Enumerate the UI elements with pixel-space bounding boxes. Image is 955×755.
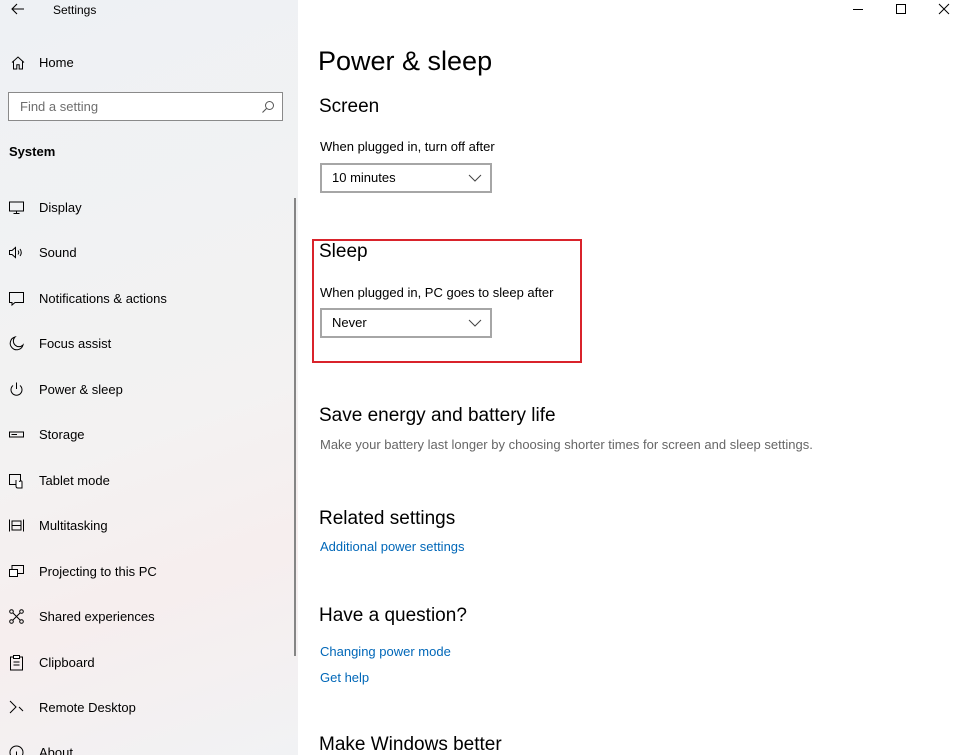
close-icon: [938, 3, 950, 15]
page-title: Power & sleep: [318, 46, 493, 76]
sidebar-item-label: Projecting to this PC: [39, 564, 157, 579]
sidebar-item-display[interactable]: Display: [0, 187, 294, 227]
sidebar-item-label: Tablet mode: [39, 473, 110, 488]
storage-icon: [9, 431, 24, 438]
sidebar-item-power-sleep[interactable]: Power & sleep: [0, 369, 294, 409]
search-box[interactable]: [8, 92, 283, 121]
screen-timeout-value: 10 minutes: [332, 170, 396, 185]
sidebar-item-label: Remote Desktop: [39, 700, 136, 715]
back-arrow-icon: [11, 3, 24, 15]
related-settings-heading: Related settings: [319, 508, 456, 529]
tablet-mode-icon: [9, 474, 23, 489]
sidebar-item-label: Notifications & actions: [39, 291, 167, 306]
multitasking-icon: [9, 519, 24, 532]
minimize-button[interactable]: [840, 0, 876, 18]
sidebar-item-tablet-mode[interactable]: Tablet mode: [0, 460, 294, 500]
sidebar-item-clipboard[interactable]: Clipboard: [0, 642, 294, 682]
sidebar-item-focus-assist[interactable]: Focus assist: [0, 323, 294, 363]
notification-icon: [9, 292, 24, 307]
home-label: Home: [39, 55, 74, 70]
sleep-timeout-value: Never: [332, 315, 367, 330]
additional-power-settings-link[interactable]: Additional power settings: [320, 539, 465, 554]
sidebar-item-home[interactable]: Home: [0, 50, 298, 76]
sidebar-item-label: Display: [39, 200, 82, 215]
sidebar-item-label: Storage: [39, 427, 85, 442]
minimize-icon: [853, 9, 863, 10]
search-icon[interactable]: [261, 100, 275, 114]
sidebar-item-label: About: [39, 745, 73, 755]
maximize-icon: [896, 4, 906, 14]
maximize-button[interactable]: [883, 0, 919, 18]
moon-icon: [9, 336, 24, 351]
sidebar-item-label: Clipboard: [39, 655, 95, 670]
remote-desktop-icon: [9, 700, 24, 714]
app-title: Settings: [53, 3, 97, 17]
make-windows-better-heading: Make Windows better: [319, 734, 502, 755]
speaker-icon: [9, 246, 22, 259]
sidebar-item-label: Focus assist: [39, 336, 112, 351]
sidebar-item-storage[interactable]: Storage: [0, 414, 294, 454]
changing-power-mode-link[interactable]: Changing power mode: [320, 644, 451, 659]
save-energy-description: Make your battery last longer by choosin…: [320, 437, 813, 452]
sidebar-item-label: Multitasking: [39, 518, 108, 533]
clipboard-icon: [10, 655, 23, 671]
sidebar-item-multitasking[interactable]: Multitasking: [0, 505, 294, 545]
sidebar-item-label: Sound: [39, 245, 77, 260]
projecting-icon: [9, 565, 24, 577]
sidebar: Settings Home System Display Sound: [0, 0, 298, 755]
sidebar-item-label: Power & sleep: [39, 382, 123, 397]
sidebar-scrollbar[interactable]: [294, 198, 296, 656]
sidebar-item-label: Shared experiences: [39, 609, 155, 624]
shared-experiences-icon: [9, 609, 24, 624]
close-button[interactable]: [926, 0, 955, 18]
have-a-question-heading: Have a question?: [319, 605, 467, 626]
sleep-heading: Sleep: [319, 241, 368, 262]
sidebar-item-shared-experiences[interactable]: Shared experiences: [0, 596, 294, 636]
get-help-link[interactable]: Get help: [320, 670, 369, 685]
home-icon: [11, 56, 25, 70]
main-content: Power & sleep Screen When plugged in, tu…: [298, 0, 955, 755]
chevron-down-icon: [468, 174, 482, 182]
sidebar-item-sound[interactable]: Sound: [0, 232, 294, 272]
screen-heading: Screen: [319, 96, 380, 117]
title-bar: Settings: [0, 0, 298, 22]
search-input[interactable]: [9, 93, 249, 120]
section-label-system: System: [9, 144, 56, 159]
back-button[interactable]: [8, 0, 28, 18]
screen-timeout-dropdown[interactable]: 10 minutes: [320, 163, 492, 193]
save-energy-heading: Save energy and battery life: [319, 405, 556, 426]
sidebar-item-notifications[interactable]: Notifications & actions: [0, 278, 294, 318]
chevron-down-icon: [468, 319, 482, 327]
info-icon: [9, 745, 24, 755]
sidebar-item-about[interactable]: About: [0, 732, 294, 755]
power-icon: [10, 382, 23, 396]
sleep-timeout-dropdown[interactable]: Never: [320, 308, 492, 338]
sleep-timeout-label: When plugged in, PC goes to sleep after: [320, 285, 554, 300]
monitor-icon: [9, 201, 24, 214]
sidebar-item-projecting[interactable]: Projecting to this PC: [0, 551, 294, 591]
screen-timeout-label: When plugged in, turn off after: [320, 139, 495, 154]
sidebar-item-remote-desktop[interactable]: Remote Desktop: [0, 687, 294, 727]
